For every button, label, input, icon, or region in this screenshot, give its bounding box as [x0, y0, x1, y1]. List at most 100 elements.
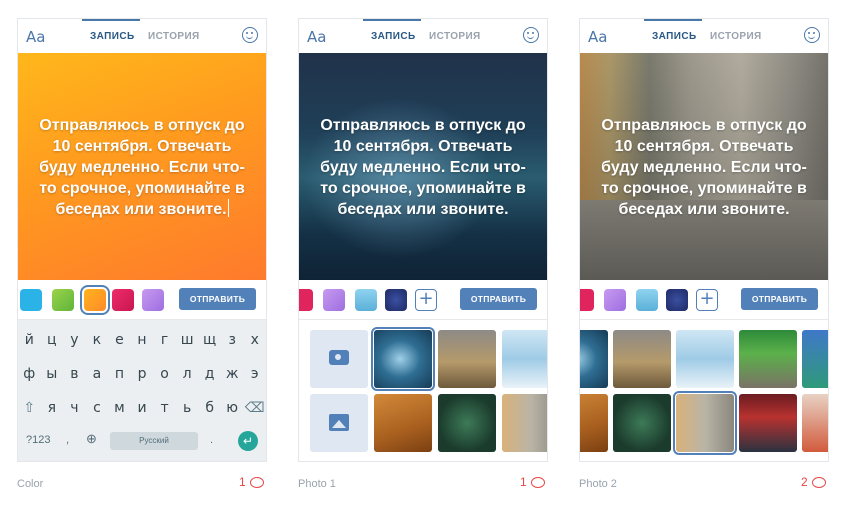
swatch-crimson[interactable] — [299, 289, 313, 311]
photo-thumb-facade[interactable] — [802, 330, 828, 388]
photo-thumb-wave-selected[interactable] — [371, 327, 435, 391]
key[interactable]: ш — [176, 332, 199, 348]
add-background-button[interactable]: + — [696, 289, 718, 311]
key[interactable]: и — [131, 400, 154, 416]
tab-history[interactable]: ИСТОРИЯ — [429, 31, 481, 42]
backspace-icon[interactable]: ⌫ — [243, 400, 266, 416]
camera-tile[interactable] — [310, 330, 368, 388]
photo-thumb-desert[interactable] — [613, 330, 671, 388]
add-background-button[interactable]: + — [415, 289, 437, 311]
tab-history[interactable]: ИСТОРИЯ — [148, 31, 200, 42]
comment-counter[interactable]: 1 — [239, 475, 264, 489]
swatch-palm[interactable] — [355, 289, 377, 311]
tab-record[interactable]: ЗАПИСЬ — [90, 31, 135, 42]
space-key[interactable]: Русский — [110, 432, 198, 450]
key[interactable]: ю — [221, 400, 244, 416]
comma-key[interactable]: , — [66, 434, 69, 446]
key[interactable]: х — [243, 332, 266, 348]
font-style-button[interactable]: Aa — [26, 28, 45, 46]
key[interactable]: ф — [18, 366, 41, 382]
swatch-purple[interactable] — [604, 289, 626, 311]
send-button[interactable]: ОТПРАВИТЬ — [741, 288, 818, 310]
key[interactable]: ж — [221, 366, 244, 382]
font-style-button[interactable]: Aa — [307, 28, 326, 46]
smile-icon[interactable] — [242, 27, 258, 43]
story-text[interactable]: Отправляюсь в отпуск до 10 сентября. Отв… — [32, 115, 252, 220]
photo-thumb-snow[interactable] — [676, 330, 734, 388]
key[interactable]: м — [108, 400, 131, 416]
comment-counter[interactable]: 2 — [801, 475, 826, 489]
story-canvas[interactable]: Отправляюсь в отпуск до 10 сентября. Отв… — [580, 53, 828, 280]
swatch-green[interactable] — [52, 289, 74, 311]
swatch-purple[interactable] — [323, 289, 345, 311]
photo-thumb-sand[interactable] — [374, 394, 432, 452]
key[interactable]: й — [18, 332, 41, 348]
tab-record[interactable]: ЗАПИСЬ — [371, 31, 416, 42]
photo-thumb-shops[interactable] — [739, 394, 797, 452]
photo-thumb-wave[interactable] — [580, 330, 608, 388]
comment-counter[interactable]: 1 — [520, 475, 545, 489]
swatch-crimson[interactable] — [580, 289, 594, 311]
key[interactable]: р — [131, 366, 154, 382]
key[interactable]: з — [221, 332, 244, 348]
story-text[interactable]: Отправляюсь в отпуск до 10 сентября. Отв… — [594, 115, 814, 220]
photo-thumb-court[interactable] — [613, 394, 671, 452]
photo-thumb-desert[interactable] — [438, 330, 496, 388]
photo-thumb-green-building[interactable] — [739, 330, 797, 388]
photo-thumb-sand[interactable] — [580, 394, 608, 452]
key[interactable]: п — [108, 366, 131, 382]
period-key[interactable]: . — [210, 434, 213, 446]
key[interactable]: е — [108, 332, 131, 348]
key[interactable]: с — [86, 400, 109, 416]
on-screen-keyboard: й ц у к е н г ш щ з х ф ы в а п р о л д … — [18, 320, 266, 461]
swatch-orange-selected[interactable] — [80, 285, 110, 315]
tab-record[interactable]: ЗАПИСЬ — [652, 31, 697, 42]
shift-icon[interactable]: ⇧ — [18, 400, 41, 416]
comment-bubble-icon — [249, 476, 264, 488]
photo-thumb-street-selected[interactable] — [673, 391, 737, 455]
key[interactable]: э — [243, 366, 266, 382]
story-canvas[interactable]: Отправляюсь в отпуск до 10 сентября. Отв… — [18, 53, 266, 280]
send-button[interactable]: ОТПРАВИТЬ — [179, 288, 256, 310]
background-toolbar: + ОТПРАВИТЬ — [299, 280, 547, 320]
key[interactable]: т — [153, 400, 176, 416]
key[interactable]: ы — [41, 366, 64, 382]
tab-history[interactable]: ИСТОРИЯ — [710, 31, 762, 42]
symbols-key[interactable]: ?123 — [26, 434, 50, 446]
swatch-crimson[interactable] — [112, 289, 134, 311]
photo-thumb-snow[interactable] — [502, 330, 547, 388]
key[interactable]: я — [41, 400, 64, 416]
enter-icon[interactable]: ↵ — [238, 431, 258, 451]
key[interactable]: н — [131, 332, 154, 348]
swatch-blue[interactable] — [20, 289, 42, 311]
story-text[interactable]: Отправляюсь в отпуск до 10 сентября. Отв… — [313, 115, 533, 220]
swatch-stars[interactable] — [666, 289, 688, 311]
comment-count: 2 — [801, 475, 808, 489]
key[interactable]: к — [86, 332, 109, 348]
key[interactable]: щ — [198, 332, 221, 348]
key[interactable]: о — [153, 366, 176, 382]
key[interactable]: д — [198, 366, 221, 382]
story-canvas[interactable]: Отправляюсь в отпуск до 10 сентября. Отв… — [299, 53, 547, 280]
key[interactable]: в — [63, 366, 86, 382]
photo-thumb-court[interactable] — [438, 394, 496, 452]
swatch-stars[interactable] — [385, 289, 407, 311]
photo-thumb-street[interactable] — [502, 394, 547, 452]
key[interactable]: ц — [41, 332, 64, 348]
key[interactable]: ч — [63, 400, 86, 416]
key[interactable]: б — [198, 400, 221, 416]
photo-thumb-city[interactable] — [802, 394, 828, 452]
smile-icon[interactable] — [523, 27, 539, 43]
key[interactable]: л — [176, 366, 199, 382]
key[interactable]: г — [153, 332, 176, 348]
swatch-purple[interactable] — [142, 289, 164, 311]
font-style-button[interactable]: Aa — [588, 28, 607, 46]
key[interactable]: а — [86, 366, 109, 382]
gallery-tile[interactable] — [310, 394, 368, 452]
key[interactable]: ь — [176, 400, 199, 416]
smile-icon[interactable] — [804, 27, 820, 43]
key[interactable]: у — [63, 332, 86, 348]
globe-icon[interactable]: ⊕ — [86, 431, 97, 447]
swatch-palm[interactable] — [636, 289, 658, 311]
send-button[interactable]: ОТПРАВИТЬ — [460, 288, 537, 310]
